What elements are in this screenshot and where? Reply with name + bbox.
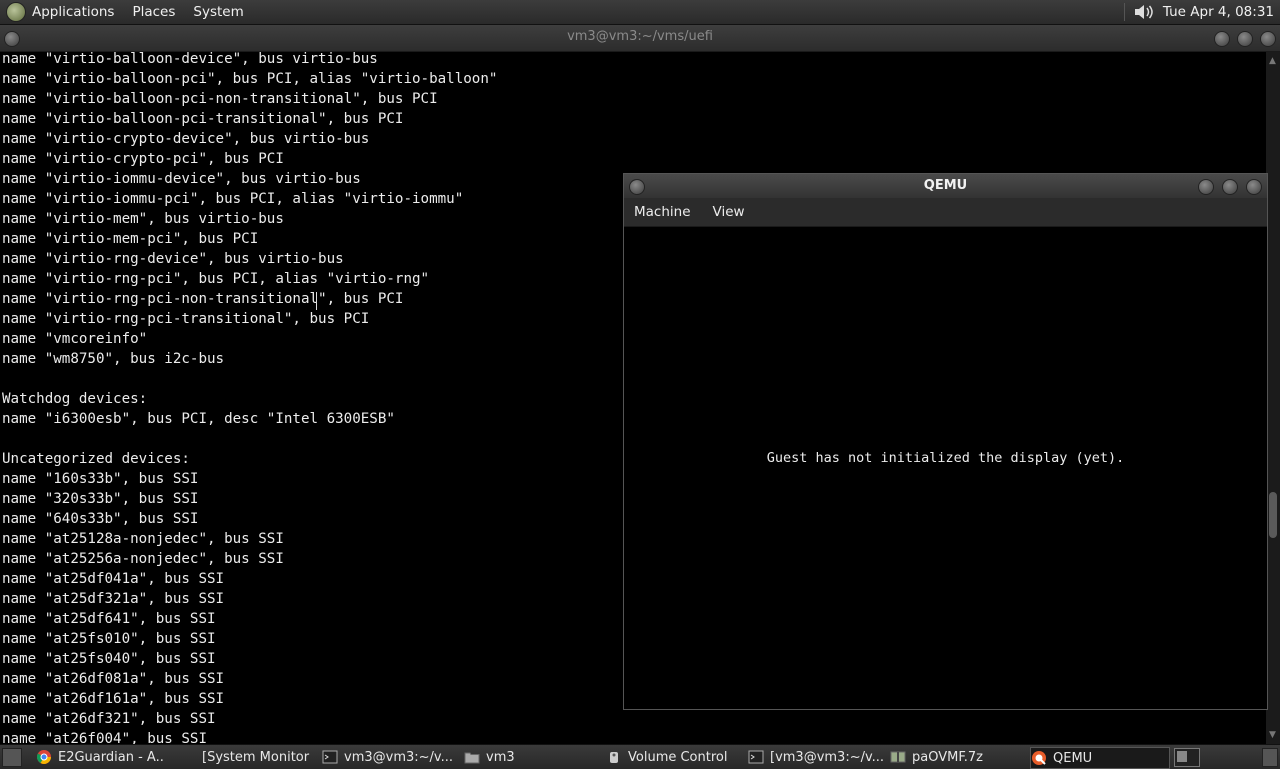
terminal-line: name "at25df041a", bus SSI xyxy=(2,571,225,587)
terminal-line: name "virtio-balloon-pci-transitional", … xyxy=(2,111,404,127)
terminal-line: name "virtio-balloon-device", bus virtio… xyxy=(2,52,378,67)
terminal-line: name "at25128a-nonjedec", bus SSI xyxy=(2,531,284,547)
taskbar-item-terminal-2[interactable]: [vm3@vm3:~/v... xyxy=(748,747,884,767)
clock[interactable]: Tue Apr 4, 08:31 xyxy=(1163,4,1274,20)
top-panel: Applications Places System Tue Apr 4, 08… xyxy=(0,0,1280,25)
scroll-up-icon[interactable]: ▲ xyxy=(1269,56,1276,66)
terminal-line: name "at26df321", bus SSI xyxy=(2,711,216,727)
qemu-window[interactable]: QEMU Machine View Guest has not initiali… xyxy=(623,173,1268,710)
taskbar-item-label: vm3@vm3:~/v... xyxy=(344,749,452,765)
workspace-1[interactable] xyxy=(1177,751,1187,762)
view-menu[interactable]: View xyxy=(713,204,745,220)
terminal-line: name "virtio-rng-pci", bus PCI, alias "v… xyxy=(2,271,430,287)
terminal-line: name "virtio-crypto-pci", bus PCI xyxy=(2,151,284,167)
terminal-line: name "at26df161a", bus SSI xyxy=(2,691,225,707)
places-menu[interactable]: Places xyxy=(132,4,175,20)
terminal-icon xyxy=(322,749,338,765)
close-icon[interactable] xyxy=(1246,179,1262,195)
distro-logo-icon[interactable] xyxy=(6,2,26,22)
terminal-line: name "at25256a-nonjedec", bus SSI xyxy=(2,551,284,567)
terminal-line: name "virtio-iommu-device", bus virtio-b… xyxy=(2,171,361,187)
machine-menu[interactable]: Machine xyxy=(634,204,691,220)
qemu-display[interactable]: Guest has not initialized the display (y… xyxy=(624,227,1267,709)
taskbar-item-label: Volume Control xyxy=(628,749,728,765)
terminal-line: name "i6300esb", bus PCI, desc "Intel 63… xyxy=(2,411,395,427)
folder-icon xyxy=(464,749,480,765)
terminal-line: name "640s33b", bus SSI xyxy=(2,511,199,527)
section-heading: Watchdog devices: xyxy=(2,391,148,407)
terminal-line: name "wm8750", bus i2c-bus xyxy=(2,351,225,367)
section-heading: Uncategorized devices: xyxy=(2,451,190,467)
terminal-line: name "virtio-mem-pci", bus PCI xyxy=(2,231,259,247)
qemu-titlebar[interactable]: QEMU xyxy=(624,174,1267,198)
terminal-titlebar[interactable]: vm3@vm3:~/vms/uefi xyxy=(0,25,1280,52)
taskbar-item-label: [vm3@vm3:~/v... xyxy=(770,749,884,765)
terminal-line: name "virtio-mem", bus virtio-bus xyxy=(2,211,284,227)
qemu-icon xyxy=(1031,750,1047,766)
terminal-line: name "at25fs040", bus SSI xyxy=(2,651,216,667)
scrollbar-thumb[interactable] xyxy=(1269,492,1277,538)
terminal-line: name "virtio-rng-pci-non-transitional", … xyxy=(2,291,404,307)
taskbar-item-e2guardian[interactable]: E2Guardian - A... xyxy=(36,747,164,767)
taskbar-item-system-monitor[interactable]: [System Monitor] xyxy=(180,747,310,767)
maximize-icon[interactable] xyxy=(1222,179,1238,195)
close-icon[interactable] xyxy=(1260,31,1276,47)
terminal-line: name "virtio-iommu-pci", bus PCI, alias … xyxy=(2,191,464,207)
taskbar-item-label: QEMU xyxy=(1053,750,1093,766)
terminal-line: name "virtio-rng-pci-transitional", bus … xyxy=(2,311,370,327)
taskbar-item-archive[interactable]: paOVMF.7z xyxy=(890,747,1020,767)
terminal-line: name "320s33b", bus SSI xyxy=(2,491,199,507)
terminal-title: vm3@vm3:~/vms/uefi xyxy=(567,29,713,44)
taskbar-item-label: [System Monitor] xyxy=(202,749,310,765)
terminal-line: name "at26f004", bus SSI xyxy=(2,731,207,744)
show-desktop-icon[interactable] xyxy=(2,748,22,767)
taskbar-item-terminal[interactable]: vm3@vm3:~/v... xyxy=(322,747,452,767)
terminal-line: name "vmcoreinfo" xyxy=(2,331,148,347)
terminal-line: name "160s33b", bus SSI xyxy=(2,471,199,487)
applications-menu[interactable]: Applications xyxy=(32,4,114,20)
taskbar-item-qemu[interactable]: QEMU xyxy=(1030,747,1170,769)
scroll-down-icon[interactable]: ▼ xyxy=(1269,730,1276,740)
taskbar: E2Guardian - A... [System Monitor] vm3@v… xyxy=(0,744,1280,769)
system-monitor-icon xyxy=(180,749,196,765)
archive-icon xyxy=(890,749,906,765)
system-menu[interactable]: System xyxy=(193,4,243,20)
terminal-icon xyxy=(748,749,764,765)
terminal-line: name "at25df641", bus SSI xyxy=(2,611,216,627)
workspace-switcher[interactable] xyxy=(1174,748,1200,767)
terminal-line: name "virtio-crypto-device", bus virtio-… xyxy=(2,131,370,147)
taskbar-item-label: vm3 xyxy=(486,749,515,765)
taskbar-item-volume-control[interactable]: Volume Control xyxy=(606,747,736,767)
display-message: Guest has not initialized the display (y… xyxy=(766,450,1125,466)
chrome-icon xyxy=(36,749,52,765)
terminal-line: name "at25df321a", bus SSI xyxy=(2,591,225,607)
terminal-line: name "at25fs010", bus SSI xyxy=(2,631,216,647)
maximize-icon[interactable] xyxy=(1237,31,1253,47)
taskbar-item-label: E2Guardian - A... xyxy=(58,749,164,765)
minimize-icon[interactable] xyxy=(1214,31,1230,47)
qemu-title: QEMU xyxy=(923,178,968,193)
terminal-line: name "virtio-rng-device", bus virtio-bus xyxy=(2,251,344,267)
panel-separator xyxy=(1123,3,1125,21)
text-cursor-icon xyxy=(316,292,317,310)
terminal-line: name "at26df081a", bus SSI xyxy=(2,671,225,687)
qemu-menubar: Machine View xyxy=(624,198,1267,227)
terminal-line: name "virtio-balloon-pci", bus PCI, alia… xyxy=(2,71,498,87)
terminal-line: name "virtio-balloon-pci-non-transitiona… xyxy=(2,91,438,107)
minimize-icon[interactable] xyxy=(1198,179,1214,195)
taskbar-item-label: paOVMF.7z xyxy=(912,749,983,765)
volume-control-icon xyxy=(606,749,622,765)
taskbar-item-folder[interactable]: vm3 xyxy=(464,747,594,767)
terminal-scrollbar[interactable]: ▲ ▼ xyxy=(1266,52,1280,744)
trash-icon[interactable] xyxy=(1262,748,1278,767)
speaker-icon[interactable] xyxy=(1133,3,1155,21)
